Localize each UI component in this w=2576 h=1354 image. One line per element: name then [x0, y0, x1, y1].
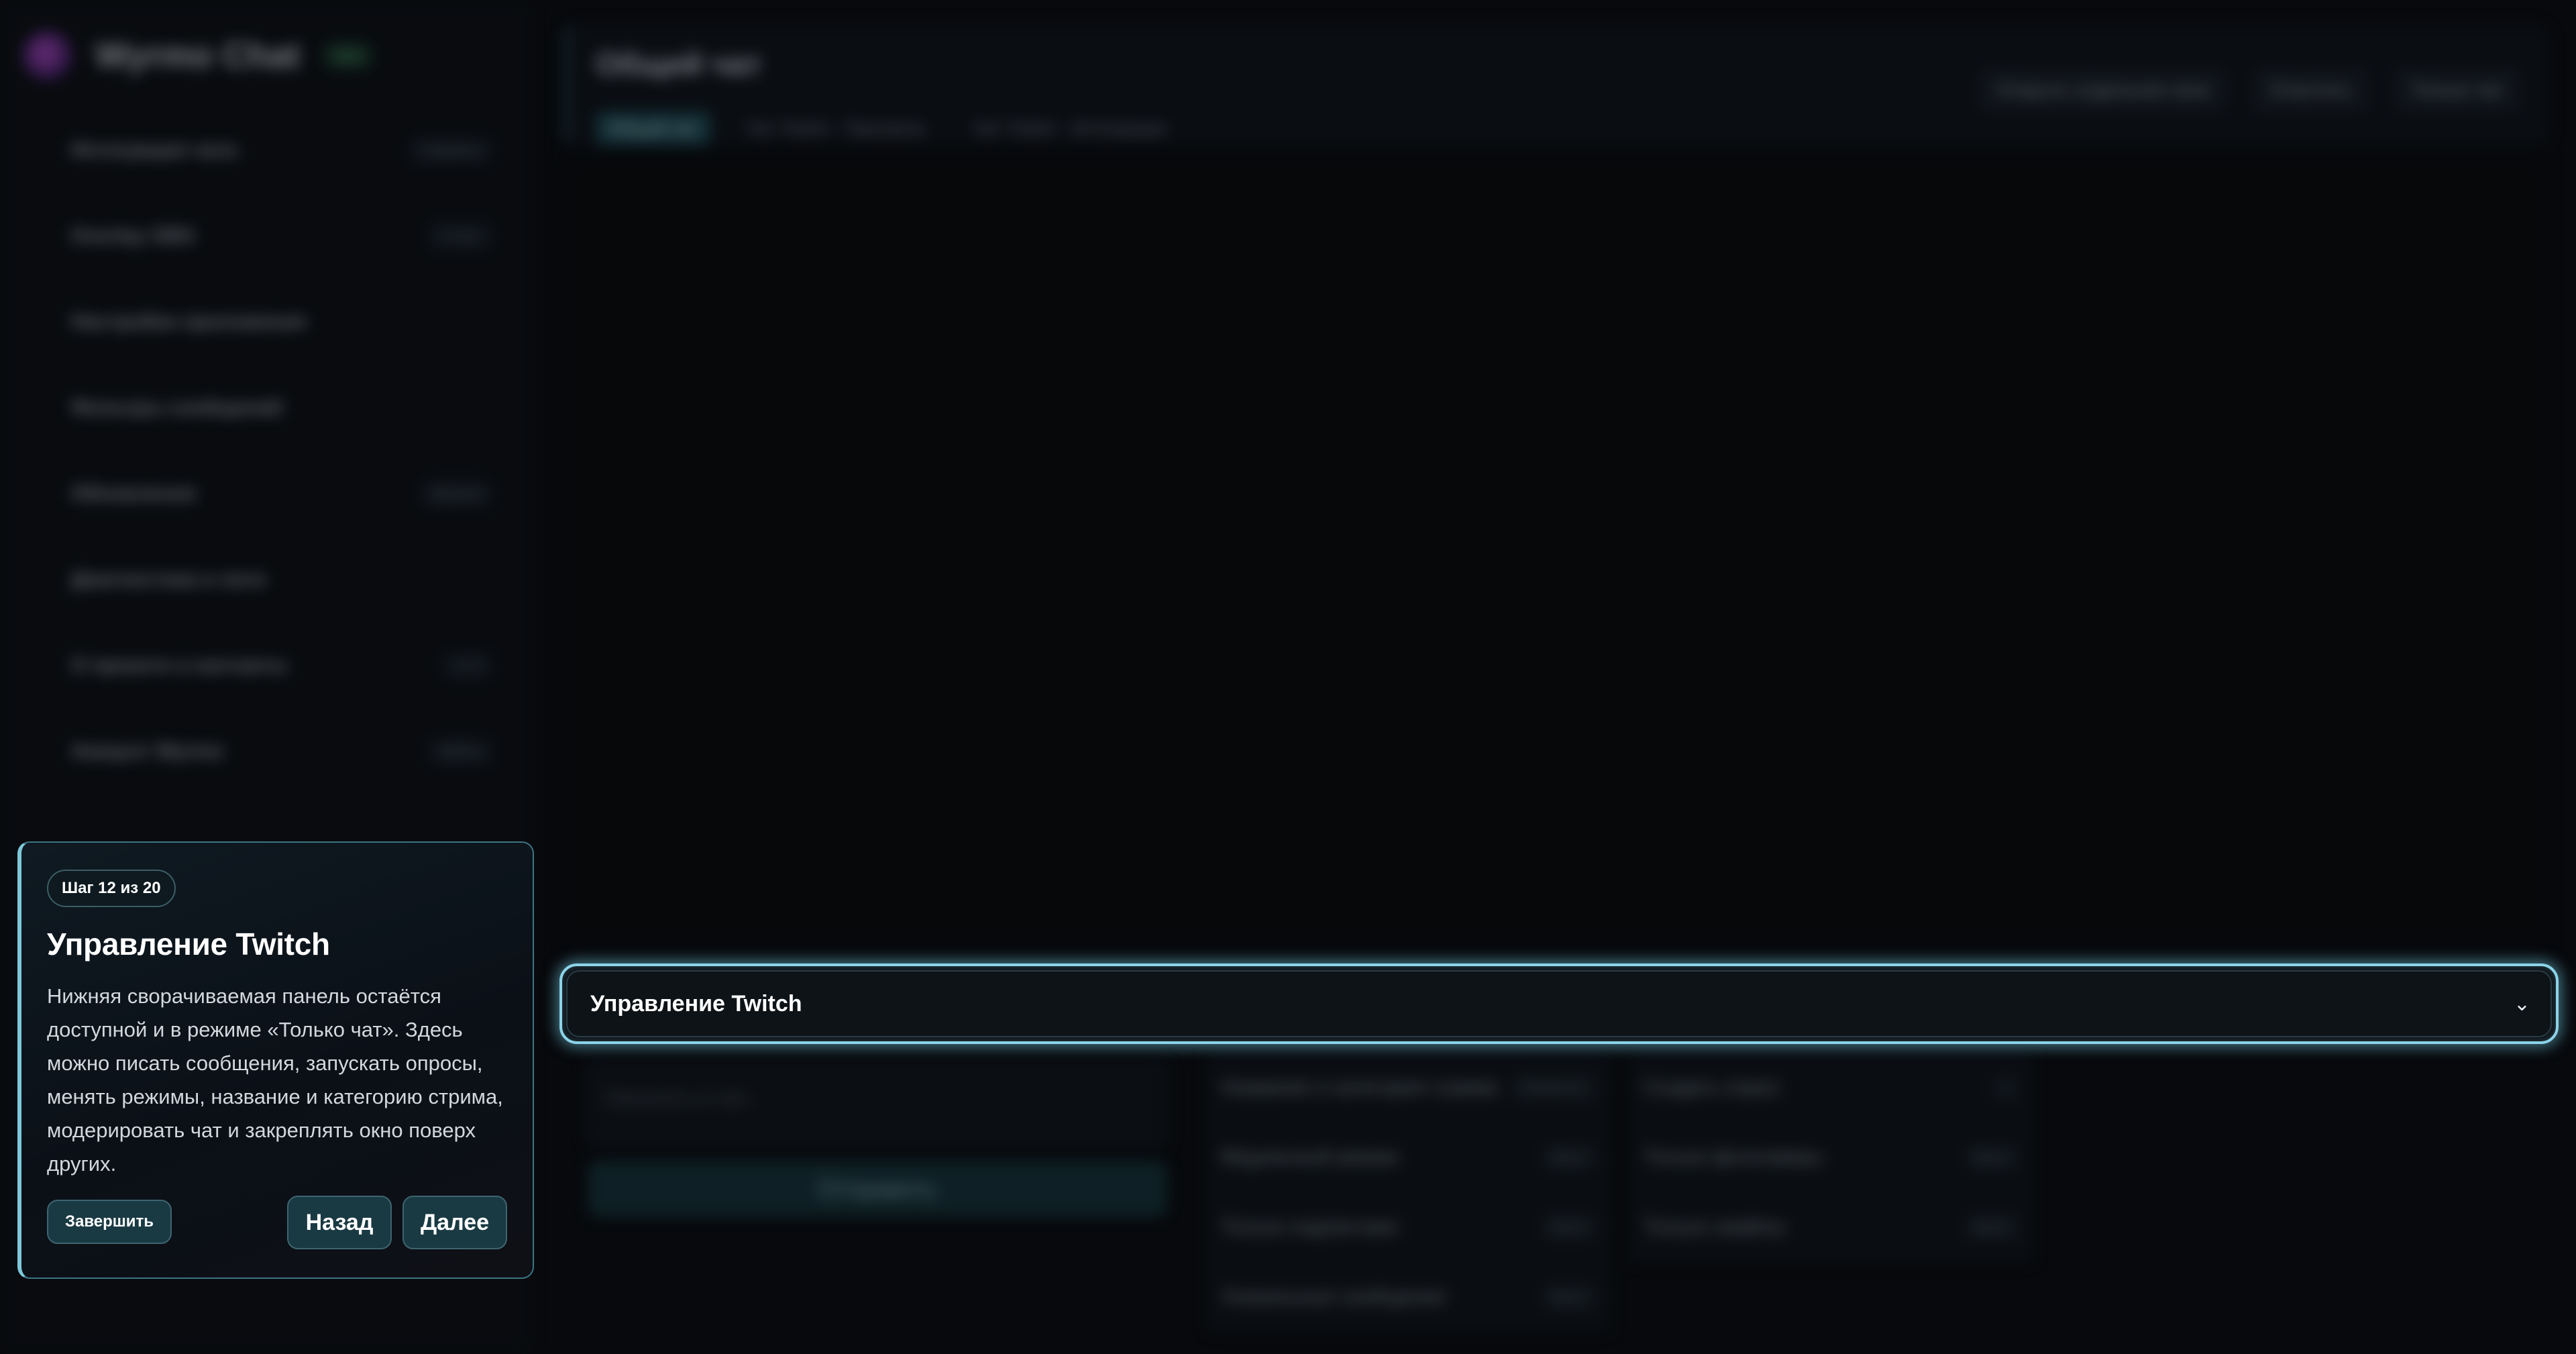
sidebar-item-tag: v1.0: [441, 651, 494, 680]
control-row[interactable]: Только фолловеры Выкл: [1630, 1123, 2033, 1193]
control-tag: Выкл: [1542, 1214, 1597, 1240]
tab-twitch-integrations[interactable]: Чат Twitch · Интеграции: [959, 111, 1180, 146]
tour-buttons: Завершить Назад Далее: [47, 1196, 507, 1249]
header-tabs: Общий чат Чат Twitch · Просмотр Чат Twit…: [596, 111, 1180, 146]
control-row[interactable]: Только смайлы Выкл: [1630, 1193, 2033, 1263]
brand-badge: beta: [323, 42, 374, 70]
sidebar-item[interactable]: О проекте и контакты v1.0: [27, 623, 510, 709]
send-button[interactable]: Отправить: [588, 1161, 1167, 1217]
tour-title: Управление Twitch: [47, 927, 330, 961]
finish-tour-button[interactable]: Завершить: [47, 1200, 172, 1244]
sidebar-item-label: Интеграция чата: [71, 138, 237, 161]
sidebar-item-label: Overlay OBS: [71, 224, 195, 247]
twitch-controls-col-2: Создать опрос + Только фолловеры Выкл Толь…: [1630, 1053, 2033, 1263]
chat-messages-area: [564, 154, 2549, 946]
control-label: Только подписчики: [1221, 1216, 1398, 1238]
twitch-panel-toggle[interactable]: Управление Twitch ⌄: [559, 964, 2559, 1044]
sidebar-item[interactable]: Фильтры сообщений: [27, 365, 510, 451]
back-button[interactable]: Назад: [287, 1196, 392, 1249]
control-row[interactable]: Уникальные сообщения Выкл: [1208, 1263, 1610, 1333]
sidebar-item[interactable]: Диагностика и логи: [27, 537, 510, 623]
tab-general-chat[interactable]: Общий чат: [596, 111, 712, 146]
control-tag: Выкл: [1542, 1145, 1597, 1170]
chevron-down-icon: ⌄: [2513, 992, 2530, 1015]
chat-only-button[interactable]: Только чат: [2391, 66, 2522, 114]
sidebar-item-label: Аккаунт Wyrmo: [71, 739, 224, 762]
sidebar-item-tag: Стиль: [427, 221, 494, 250]
control-label: Уникальные сообщения: [1221, 1286, 1446, 1308]
app-root: Wyrmo Chat beta Интеграция чата Сервисы O…: [0, 0, 2576, 1354]
sidebar-item-label: О проекте и контакты: [71, 654, 288, 676]
tab-twitch-view[interactable]: Чат Twitch · Просмотр: [733, 111, 938, 146]
chat-header: Общий чат Общий чат Чат Twitch · Просмот…: [564, 24, 2549, 146]
tour-description: Нижняя сворачиваемая панель остаётся дос…: [47, 984, 503, 1176]
page-title: Общий чат: [596, 46, 762, 81]
control-row[interactable]: Название и категория стрима Изменить: [1208, 1053, 1610, 1123]
twitch-panel-header: Управление Twitch ⌄: [566, 970, 2552, 1037]
control-label: Название и категория стрима: [1221, 1076, 1497, 1098]
sidebar-item[interactable]: Настройки приложения: [27, 279, 510, 365]
control-label: Только смайлы: [1644, 1216, 1786, 1238]
brand: Wyrmo Chat beta: [23, 19, 374, 93]
control-tag: Выкл: [1542, 1284, 1597, 1310]
control-row[interactable]: Медленный режим Выкл: [1208, 1123, 1610, 1193]
tour-card: Шаг 12 из 20 Управление Twitch Нижняя св…: [17, 841, 534, 1279]
message-input[interactable]: Написать в чат...: [585, 1060, 1169, 1147]
sidebar-item-label: Обновления: [71, 482, 196, 505]
sidebar-item-label: Настройки приложения: [71, 310, 306, 333]
sidebar-item-tag: Сервисы: [408, 136, 494, 164]
sidebar-item[interactable]: Обновления Версия: [27, 451, 510, 537]
sidebar-items: Интеграция чата Сервисы Overlay OBS Стиль …: [27, 107, 510, 794]
sidebar-item[interactable]: Интеграция чата Сервисы: [27, 107, 510, 193]
twitch-controls-col-1: Название и категория стрима Изменить Медл…: [1208, 1053, 1610, 1333]
next-button[interactable]: Далее: [402, 1196, 507, 1249]
twitch-panel-title: Управление Twitch: [590, 990, 802, 1017]
sidebar-item[interactable]: Overlay OBS Стиль: [27, 193, 510, 279]
clear-button[interactable]: Очистить: [2251, 66, 2370, 114]
control-tag: Выкл: [1964, 1145, 2019, 1170]
control-row[interactable]: Создать опрос +: [1630, 1053, 2033, 1123]
sidebar-item[interactable]: Аккаунт Wyrmo Войти: [27, 709, 510, 794]
header-actions: Открыть отдельное окно Очистить Только ч…: [1977, 66, 2522, 114]
open-window-button[interactable]: Открыть отдельное окно: [1977, 66, 2230, 114]
sidebar-item-tag: Войти: [428, 737, 494, 766]
control-label: Медленный режим: [1221, 1146, 1398, 1168]
sidebar-item-label: Диагностика и логи: [71, 568, 266, 590]
brand-name: Wyrmo Chat: [95, 36, 301, 75]
control-row[interactable]: Только подписчики Выкл: [1208, 1193, 1610, 1263]
control-label: Создать опрос: [1644, 1076, 1780, 1098]
sidebar-item-label: Фильтры сообщений: [71, 396, 282, 419]
control-tag: Выкл: [1964, 1214, 2019, 1240]
tour-step-badge: Шаг 12 из 20: [47, 870, 176, 907]
compose-panel: Написать в чат... Отправить: [585, 1060, 1169, 1228]
control-label: Только фолловеры: [1644, 1146, 1823, 1168]
control-tag: +: [1992, 1075, 2019, 1100]
control-tag: Изменить: [1511, 1075, 1597, 1100]
brand-logo-icon: [23, 31, 72, 81]
sidebar-item-tag: Версия: [419, 479, 494, 508]
